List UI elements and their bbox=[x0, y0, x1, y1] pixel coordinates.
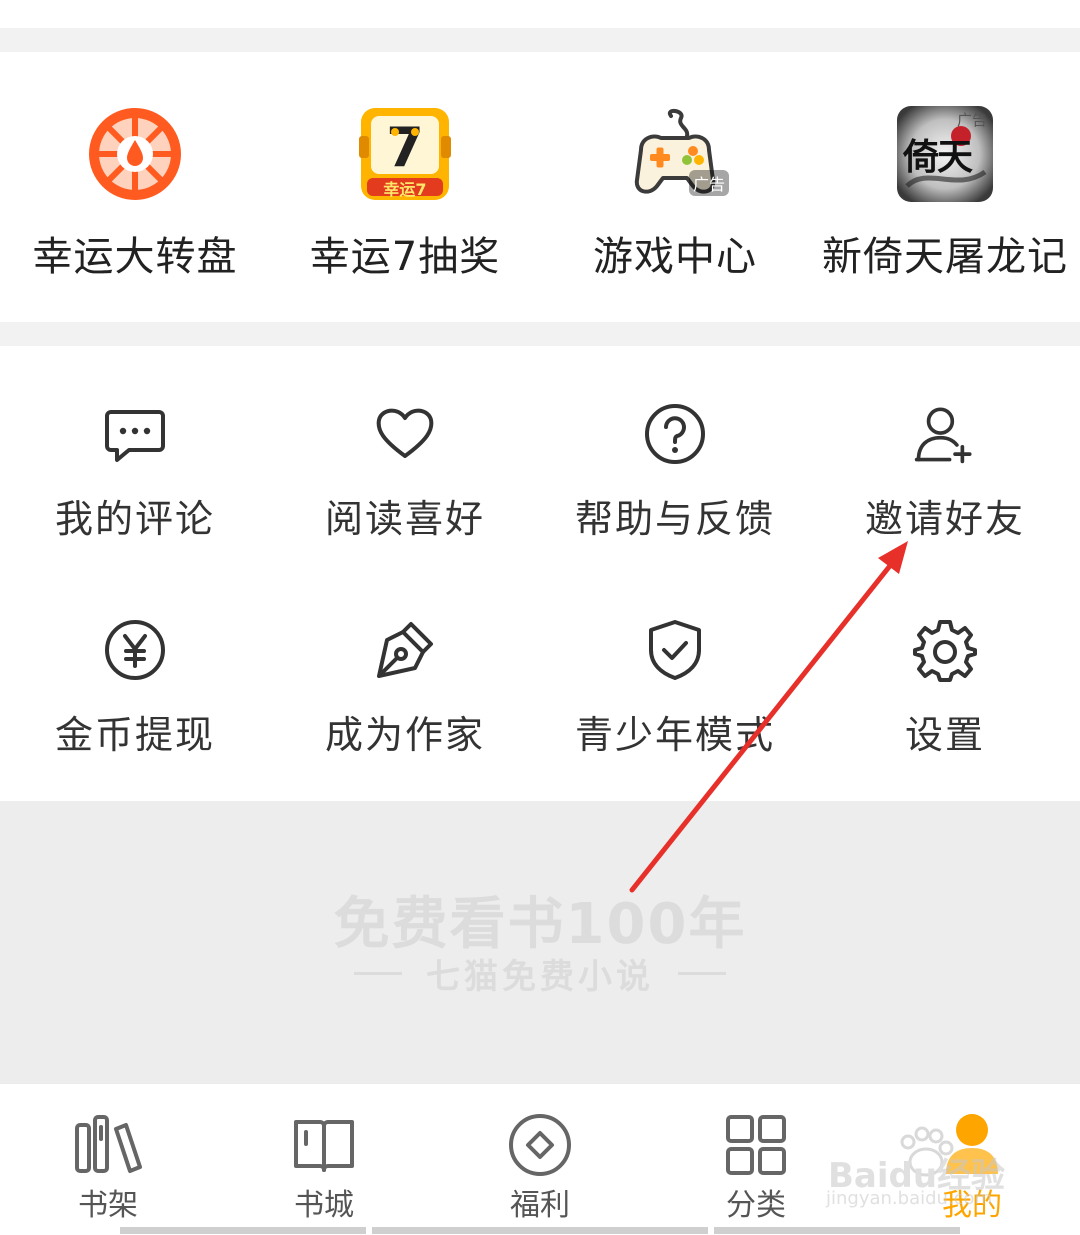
shield-check-icon bbox=[643, 618, 707, 682]
tool-label: 设置 bbox=[904, 713, 985, 757]
profile-icon bbox=[937, 1114, 1007, 1176]
tab-label: 分类 bbox=[726, 1188, 786, 1223]
app-lucky-seven[interactable]: 7 幸运7 幸运7抽奖 bbox=[270, 52, 540, 322]
heart-icon bbox=[373, 402, 437, 466]
tool-become-writer[interactable]: 成为作家 bbox=[270, 618, 540, 759]
tab-label: 福利 bbox=[510, 1188, 570, 1223]
tools-row: 金币提现 成为作家 青少年模式 设置 bbox=[0, 618, 1080, 759]
page-indicator bbox=[372, 1227, 708, 1234]
gamepad-icon: 广告 bbox=[627, 106, 729, 202]
tool-coin-withdraw[interactable]: 金币提现 bbox=[0, 618, 270, 759]
section-divider bbox=[0, 28, 1080, 52]
lucky-wheel-icon bbox=[87, 106, 183, 202]
game-cover-title: 倚天 bbox=[903, 137, 973, 178]
add-user-icon bbox=[913, 402, 977, 466]
app-lucky-wheel[interactable]: 幸运大转盘 bbox=[0, 52, 270, 322]
bottom-tab-bar: 书架 书城 福利 分类 我的 bbox=[0, 1083, 1080, 1235]
gear-icon bbox=[913, 618, 977, 682]
app-label: 游戏中心 bbox=[593, 234, 757, 280]
divider-line bbox=[354, 972, 402, 975]
tab-bookstore[interactable]: 书城 bbox=[216, 1084, 432, 1235]
tool-my-comments[interactable]: 我的评论 bbox=[0, 402, 270, 543]
tool-label: 成为作家 bbox=[324, 713, 485, 757]
tool-label: 阅读喜好 bbox=[324, 497, 485, 541]
tool-reading-preferences[interactable]: 阅读喜好 bbox=[270, 402, 540, 543]
app-yitian-game[interactable]: 倚天 广告 新倚天屠龙记 bbox=[810, 52, 1080, 322]
page-indicator bbox=[714, 1227, 960, 1234]
top-strip bbox=[0, 0, 1080, 28]
section-divider bbox=[0, 322, 1080, 346]
bookshelf-icon bbox=[73, 1114, 143, 1176]
tools-panel: 我的评论 阅读喜好 帮助与反馈 邀请好友 金币提现 成为作家 青少年模式 设置 bbox=[0, 346, 1080, 801]
app-label: 新倚天屠龙记 bbox=[822, 234, 1068, 280]
tab-label: 书架 bbox=[78, 1188, 138, 1223]
tool-invite-friends[interactable]: 邀请好友 bbox=[810, 402, 1080, 543]
tool-label: 帮助与反馈 bbox=[574, 497, 775, 541]
tab-label: 书城 bbox=[294, 1188, 354, 1223]
tool-teen-mode[interactable]: 青少年模式 bbox=[540, 618, 810, 759]
yuan-coin-icon bbox=[103, 618, 167, 682]
game-cover-icon: 倚天 广告 bbox=[897, 106, 993, 202]
grid-icon bbox=[721, 1114, 791, 1176]
svg-text:7: 7 bbox=[386, 116, 424, 179]
promo-banner: 免费看书100年 七猫免费小说 bbox=[0, 801, 1080, 1083]
tab-bookshelf[interactable]: 书架 bbox=[0, 1084, 216, 1235]
lucky-seven-icon: 7 幸运7 bbox=[357, 106, 453, 202]
pen-icon bbox=[373, 618, 437, 682]
tool-label: 邀请好友 bbox=[864, 497, 1025, 541]
tool-label: 我的评论 bbox=[54, 497, 215, 541]
tool-help-feedback[interactable]: 帮助与反馈 bbox=[540, 402, 810, 543]
tab-label: 我的 bbox=[942, 1188, 1002, 1223]
gift-diamond-icon bbox=[505, 1114, 575, 1176]
page-indicator bbox=[120, 1227, 366, 1234]
tools-row: 我的评论 阅读喜好 帮助与反馈 邀请好友 bbox=[0, 402, 1080, 543]
lucky-seven-text: 幸运7 bbox=[383, 180, 427, 199]
divider-line bbox=[678, 972, 726, 975]
tab-profile[interactable]: 我的 bbox=[864, 1084, 1080, 1235]
app-label: 幸运大转盘 bbox=[32, 234, 238, 280]
book-icon bbox=[289, 1114, 359, 1176]
ad-badge: 广告 bbox=[956, 111, 987, 129]
tool-label: 金币提现 bbox=[54, 713, 215, 757]
promo-title: 免费看书100年 bbox=[333, 892, 747, 957]
help-icon bbox=[643, 402, 707, 466]
app-label: 幸运7抽奖 bbox=[309, 234, 501, 280]
tool-settings[interactable]: 设置 bbox=[810, 618, 1080, 759]
promo-subtitle-row: 七猫免费小说 bbox=[0, 949, 1080, 998]
comment-icon bbox=[103, 402, 167, 466]
featured-apps-row: 幸运大转盘 7 幸运7 幸运7抽奖 广告 游戏中心 倚天 广告 新倚天屠龙记 bbox=[0, 52, 1080, 322]
tab-category[interactable]: 分类 bbox=[648, 1084, 864, 1235]
app-game-center[interactable]: 广告 游戏中心 bbox=[540, 52, 810, 322]
tool-label: 青少年模式 bbox=[574, 713, 775, 757]
promo-subtitle: 七猫免费小说 bbox=[426, 957, 654, 997]
tab-welfare[interactable]: 福利 bbox=[432, 1084, 648, 1235]
ad-badge: 广告 bbox=[688, 170, 729, 196]
